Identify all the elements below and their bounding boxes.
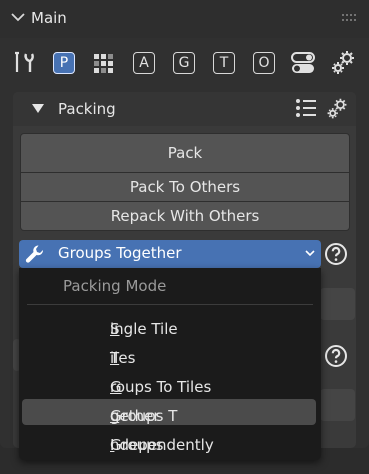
- subpanel-gears-icon[interactable]: [325, 96, 349, 122]
- preset-list-icon[interactable]: [295, 98, 317, 118]
- collapse-triangle-icon: [32, 104, 44, 113]
- tab-a[interactable]: A: [130, 48, 158, 78]
- packing-mode-value: Groups Together: [58, 244, 182, 262]
- help-icon[interactable]: [324, 344, 348, 368]
- toggle-switches-icon: [291, 52, 315, 73]
- tab-t[interactable]: T: [210, 48, 238, 78]
- grid-tab[interactable]: [90, 48, 118, 78]
- wrench-icon: [25, 245, 44, 263]
- tab-g[interactable]: G: [170, 48, 198, 78]
- grid-blocks-icon: [94, 54, 113, 73]
- repack-with-others-button[interactable]: Repack With Others: [20, 202, 350, 231]
- main-panel-header[interactable]: Main: [0, 0, 369, 38]
- pack-buttons: Pack Pack To Others Repack With Others: [20, 133, 350, 231]
- menu-item-tiles[interactable]: Tiles: [22, 341, 316, 367]
- tool-tab-row: P A G T O: [0, 48, 369, 80]
- obscured-field[interactable]: [320, 288, 355, 320]
- main-panel-title: Main: [31, 9, 67, 27]
- tab-p-label: P: [53, 52, 75, 74]
- packing-subpanel-header[interactable]: Packing: [13, 92, 356, 126]
- screwdriver-wrench-icon: [15, 51, 34, 72]
- pack-button[interactable]: Pack: [20, 133, 350, 173]
- help-icon[interactable]: [324, 242, 348, 266]
- chevron-down-icon: [11, 13, 25, 22]
- tab-p[interactable]: P: [50, 48, 78, 78]
- gears-icon: [332, 51, 354, 74]
- toggles-tab[interactable]: [289, 48, 317, 78]
- packing-mode-menu: Packing Mode Single Tile Tiles Groups To…: [19, 268, 321, 460]
- drag-grip-icon[interactable]: [341, 13, 357, 23]
- tab-o-label: O: [253, 52, 275, 74]
- tab-g-label: G: [173, 52, 195, 74]
- tab-a-label: A: [133, 52, 155, 74]
- tab-o[interactable]: O: [250, 48, 278, 78]
- settings-tab[interactable]: [329, 48, 357, 78]
- tab-t-label: T: [213, 52, 235, 74]
- menu-item-single-tile[interactable]: Single Tile: [22, 312, 316, 338]
- chevron-down-icon: [305, 250, 315, 257]
- packing-subpanel-title: Packing: [58, 100, 116, 118]
- menu-item-groups-to-tiles[interactable]: Groups To Tiles: [22, 370, 316, 396]
- menu-separator: [27, 304, 313, 305]
- menu-title: Packing Mode: [63, 277, 167, 295]
- menu-item-groups-independently[interactable]: Groups Independently: [22, 428, 316, 454]
- tools-tab[interactable]: [10, 48, 38, 78]
- uvpackmaster-panel: Main P A G T O Packing Pack Pack To Othe…: [0, 0, 369, 460]
- pack-to-others-button[interactable]: Pack To Others: [20, 173, 350, 202]
- packing-mode-dropdown[interactable]: Groups Together: [19, 240, 321, 268]
- menu-item-groups-together[interactable]: Groups To gether: [22, 399, 316, 425]
- obscured-field-lower[interactable]: [320, 389, 355, 421]
